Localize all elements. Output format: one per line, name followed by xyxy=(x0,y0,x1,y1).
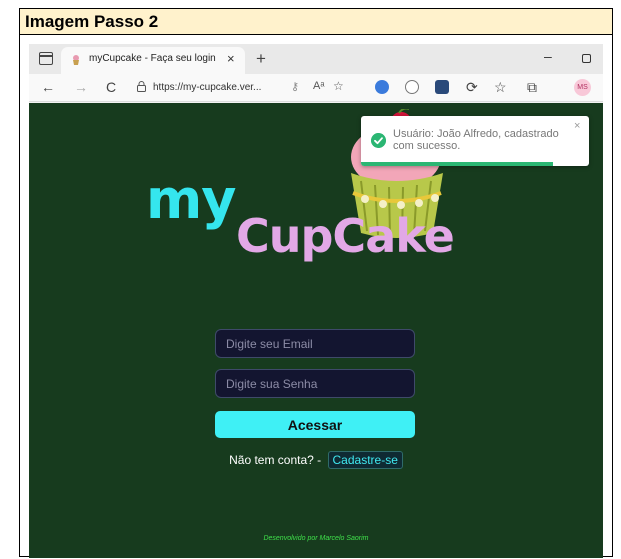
toast-progress-bar xyxy=(361,162,553,166)
figure-caption: Imagem Passo 2 xyxy=(20,9,612,35)
tab-close-icon[interactable]: × xyxy=(227,51,235,66)
browser-window: myCupcake - Faça seu login × + – ← → C h… xyxy=(29,44,603,558)
tab-mycupcake[interactable]: myCupcake - Faça seu login × xyxy=(61,47,245,74)
login-button[interactable]: Acessar xyxy=(215,411,415,438)
cupcake-favicon-icon xyxy=(73,55,79,65)
tab-actions-icon[interactable] xyxy=(39,52,53,65)
new-tab-icon[interactable]: + xyxy=(256,49,266,69)
maximize-icon[interactable] xyxy=(582,54,591,63)
lock-icon xyxy=(137,81,146,92)
login-page: my CupCake Acessar Não tem conta? - Cada… xyxy=(29,103,603,558)
extension-circle-icon[interactable] xyxy=(405,80,419,94)
footer-credit: Desenvolvido por Marcelo Saorim xyxy=(263,535,369,542)
extension-shield-icon[interactable] xyxy=(375,80,389,94)
logo-cupcake: CupCake xyxy=(236,209,455,263)
extension-square-icon[interactable] xyxy=(435,80,449,94)
key-icon[interactable]: ⚷ xyxy=(291,80,299,93)
figure-frame: Imagem Passo 2 myCupcake - Faça seu logi… xyxy=(19,8,613,558)
read-aloud-icon[interactable]: Aᵃ xyxy=(313,80,324,92)
check-circle-icon xyxy=(371,133,386,148)
toast-close-icon[interactable]: × xyxy=(574,120,580,132)
no-account-text: Não tem conta? - xyxy=(229,453,322,467)
navigation-bar: ← → C https://my-cupcake.ver... ⚷ Aᵃ ☆ ⟳… xyxy=(29,74,603,102)
tab-title: myCupcake - Faça seu login xyxy=(89,53,216,64)
url-text: https://my-cupcake.ver... xyxy=(153,82,262,93)
password-input[interactable] xyxy=(215,369,415,398)
profile-avatar[interactable]: MS xyxy=(574,79,591,96)
success-toast: Usuário: João Alfredo, cadastrado com su… xyxy=(361,116,589,166)
logo-my: my xyxy=(146,168,236,231)
extensions-icon[interactable]: ⟳ xyxy=(466,79,478,96)
toast-message: Usuário: João Alfredo, cadastrado com su… xyxy=(393,128,559,152)
favorites-icon[interactable]: ☆ xyxy=(494,79,507,96)
minimize-icon[interactable]: – xyxy=(544,48,552,64)
tab-bar: myCupcake - Faça seu login × + – xyxy=(29,44,603,74)
forward-icon[interactable]: → xyxy=(74,79,88,95)
address-bar[interactable]: https://my-cupcake.ver... ⚷ Aᵃ ☆ xyxy=(131,77,349,99)
signup-link[interactable]: Cadastre-se xyxy=(327,451,403,469)
back-icon[interactable]: ← xyxy=(41,79,55,95)
collections-icon[interactable]: ⧉ xyxy=(527,79,537,96)
signup-row: Não tem conta? - Cadastre-se xyxy=(29,451,603,469)
add-favorite-icon[interactable]: ☆ xyxy=(333,79,344,93)
email-input[interactable] xyxy=(215,329,415,358)
refresh-icon[interactable]: C xyxy=(106,79,116,95)
